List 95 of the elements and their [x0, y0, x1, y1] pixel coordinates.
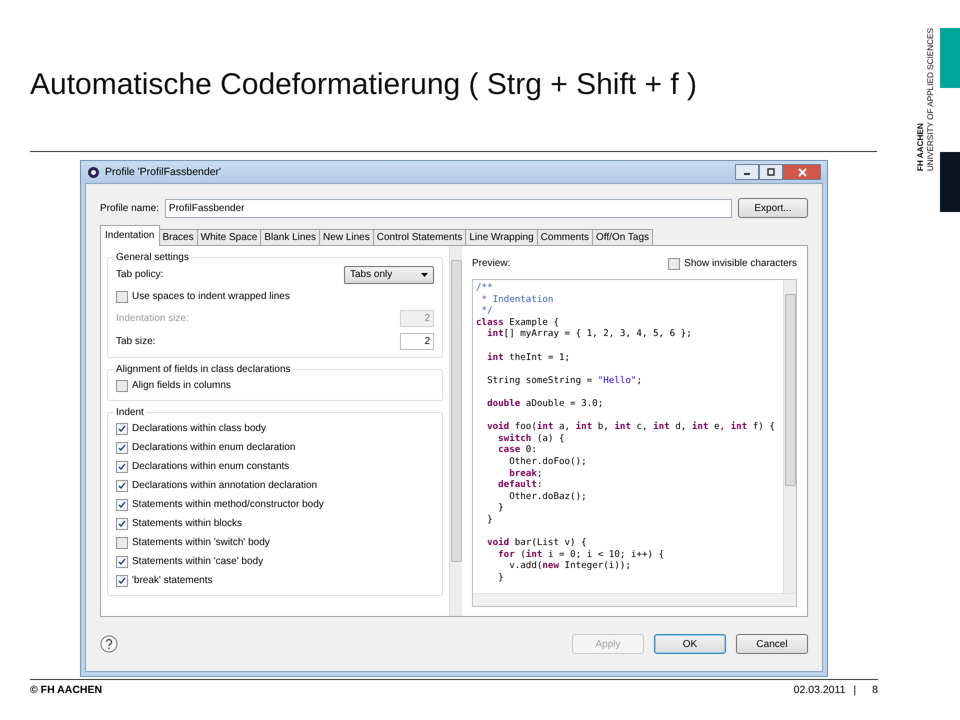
horizontal-scrollbar[interactable] [473, 593, 796, 606]
copyright: © FH AACHEN [30, 684, 104, 696]
maximize-icon [767, 168, 775, 176]
scrollbar[interactable] [783, 280, 796, 593]
export-button[interactable]: Export... [738, 198, 808, 218]
checkbox-option[interactable]: Declarations within enum constants [116, 458, 434, 475]
group-title: Indent [115, 407, 145, 418]
checkbox-option[interactable]: 'break' statements [116, 572, 434, 589]
checkbox[interactable] [116, 380, 128, 392]
code-line: case 0: [497, 444, 537, 456]
code-line: } [497, 502, 504, 514]
check-icon [118, 424, 126, 432]
code-line: class Example { [476, 316, 559, 328]
check-icon [118, 444, 126, 452]
tab[interactable]: Blank Lines [260, 229, 320, 246]
dialog-button[interactable]: Cancel [736, 634, 808, 654]
code-line: */ [480, 305, 493, 316]
slide-date: 02.03.2011 [794, 684, 846, 696]
checkbox-option[interactable]: Use spaces to indent wrapped lines [116, 288, 434, 305]
checkbox-option[interactable]: Statements within 'switch' body [116, 534, 434, 551]
maximize-button[interactable] [759, 164, 783, 180]
check-icon [118, 482, 126, 490]
code-line: int[] myArray = { 1, 2, 3, 4, 5, 6 }; [486, 328, 692, 340]
help-icon[interactable] [100, 635, 118, 653]
code-line: for (int i = 0; i < 10; i++) { [497, 548, 664, 560]
logo-name: FH AACHEN [916, 123, 926, 172]
checkbox[interactable] [116, 480, 128, 492]
checkbox[interactable] [116, 574, 128, 586]
number-field[interactable]: 2 [400, 333, 434, 350]
tab[interactable]: Indentation [100, 225, 160, 246]
window-title: Profile 'ProfilFassbender' [105, 166, 222, 178]
code-line: break; [508, 468, 542, 478]
checkbox-option[interactable]: Declarations within class body [116, 420, 434, 437]
code-line: void foo(int a, int b, int c, int d, int e, int f) { [486, 421, 775, 432]
checkbox-option[interactable]: Statements within 'case' body [116, 553, 434, 570]
field-label: Indentation size: [116, 313, 189, 324]
tab[interactable]: White Space [196, 229, 262, 246]
profile-name-field[interactable]: ProfilFassbender [164, 198, 732, 218]
tab[interactable]: Comments [536, 229, 594, 246]
check-icon [118, 558, 126, 566]
group-title: Alignment of fields in class declarations [115, 364, 292, 375]
check-icon [118, 462, 126, 470]
code-line: * Indentation [480, 294, 554, 305]
close-button[interactable] [783, 164, 821, 180]
checkbox-option[interactable]: Statements within blocks [116, 515, 434, 532]
checkbox-option[interactable]: Statements within method/constructor body [116, 496, 434, 513]
checkbox-option[interactable]: Show invisible characters [668, 255, 797, 272]
scrollbar[interactable] [449, 246, 462, 616]
code-line: double aDouble = 3.0; [486, 398, 604, 409]
preview-label: Preview: [472, 258, 510, 269]
tab[interactable]: Off/On Tags [592, 229, 654, 246]
tab[interactable]: Braces [158, 229, 198, 246]
close-icon [798, 168, 806, 176]
app-icon [87, 166, 100, 178]
tab[interactable]: Line Wrapping [465, 229, 538, 246]
code-line: String someString = "Hello"; [486, 374, 642, 386]
code-line: void bar(List v) { [486, 537, 587, 548]
code-line: } [497, 572, 504, 583]
checkbox[interactable] [116, 290, 128, 302]
checkbox[interactable] [116, 460, 128, 472]
check-icon [118, 576, 126, 584]
code-line: int theInt = 1; [486, 352, 570, 363]
page-number: 8 [872, 684, 878, 696]
code-line: /** [476, 282, 493, 293]
checkbox[interactable] [116, 422, 128, 434]
code-line: v.add(new Integer(i)); [508, 560, 631, 572]
checkbox[interactable] [116, 518, 128, 530]
field-label: Tab policy: [116, 269, 164, 280]
code-line: } [486, 514, 493, 525]
group-title: General settings [115, 252, 190, 263]
minimize-button[interactable] [735, 164, 759, 180]
slide-title: Automatische Codeformatierung ( Strg + Shift + f ) [30, 68, 697, 103]
code-line: switch (a) { [497, 432, 565, 444]
tab[interactable]: Control Statements [372, 229, 466, 246]
separator: | [853, 684, 856, 696]
tab-policy-dropdown[interactable]: Tabs only [344, 266, 434, 284]
code-line: Other.doBaz(); [508, 490, 587, 502]
check-icon [118, 520, 126, 528]
code-line: Other.doFoo(); [508, 456, 587, 467]
field-label: Tab size: [116, 336, 156, 347]
caret-icon [421, 272, 428, 276]
checkbox[interactable] [116, 556, 128, 568]
checkbox[interactable] [668, 258, 680, 270]
check-icon [118, 500, 126, 508]
code-line: default: [497, 479, 542, 490]
checkbox[interactable] [116, 442, 128, 454]
checkbox-option[interactable]: Declarations within annotation declaration [116, 477, 434, 494]
tab[interactable]: New Lines [319, 229, 374, 246]
checkbox[interactable] [116, 498, 128, 510]
logo-subtitle: UNIVERSITY OF APPLIED SCIENCES [926, 28, 936, 172]
checkbox[interactable] [116, 536, 128, 548]
checkbox-option[interactable]: Align fields in columns [116, 377, 434, 394]
checkbox-option[interactable]: Declarations within enum declaration [116, 439, 434, 456]
dialog-button[interactable]: OK [654, 634, 726, 654]
field-label: Profile name: [100, 202, 159, 214]
